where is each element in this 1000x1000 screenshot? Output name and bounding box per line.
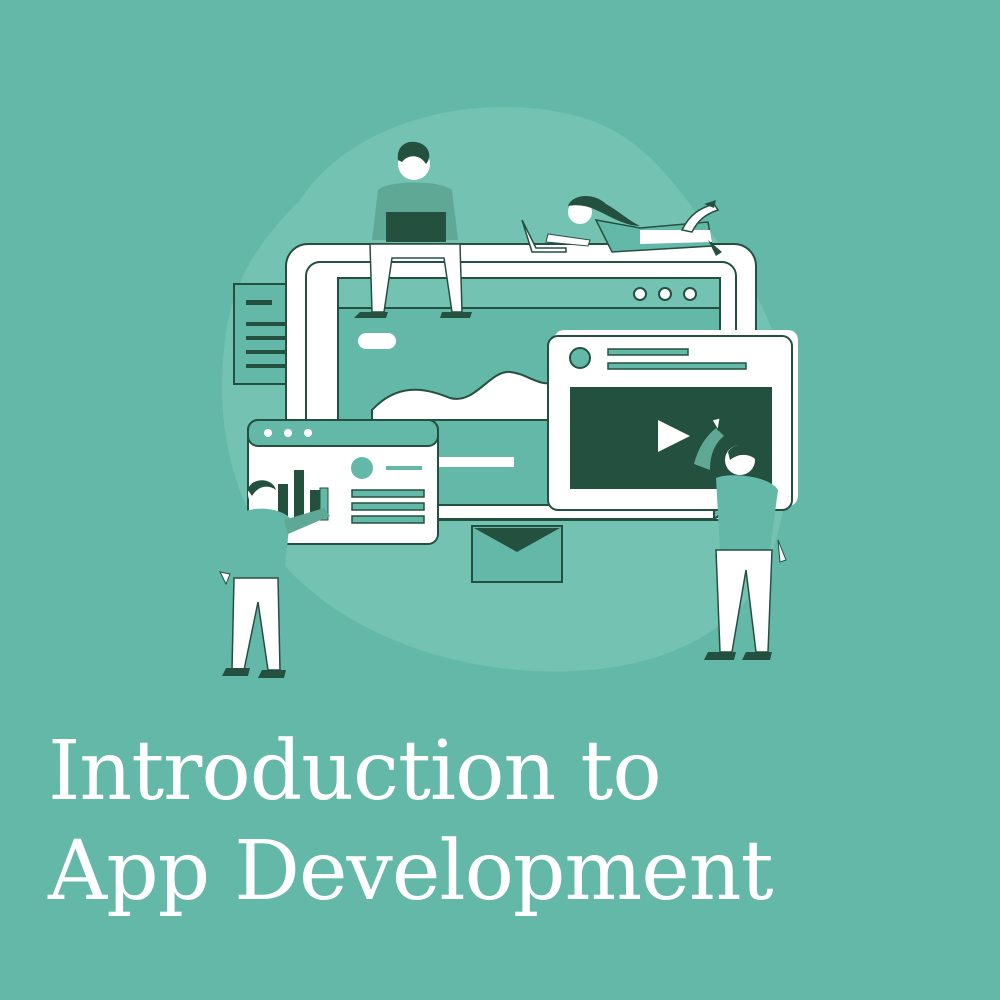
app-development-illustration (219, 106, 798, 678)
course-title: Introduction to App Development (48, 722, 774, 922)
course-title-line-2: App Development (48, 824, 774, 919)
course-cover: Introduction to App Development (0, 0, 1000, 1000)
course-title-line-1: Introduction to (48, 724, 662, 819)
envelope-icon (471, 525, 563, 583)
